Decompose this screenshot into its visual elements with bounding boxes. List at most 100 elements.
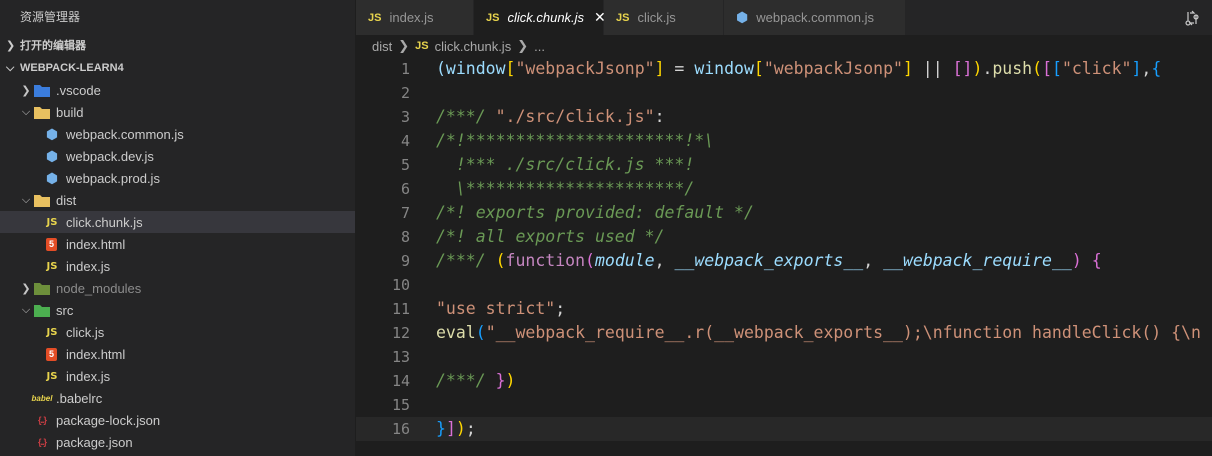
breadcrumb-more[interactable]: ... [534,39,545,54]
tree-item-webpack-common-js[interactable]: ⬢ webpack.common.js [0,123,355,145]
code-line[interactable]: 7 /*! exports provided: default */ [356,201,1212,225]
js-file-icon: JS [46,326,58,338]
breadcrumb-folder[interactable]: dist [372,39,392,54]
js-file-icon: JS [46,370,58,382]
tab-label: click.js [637,10,676,25]
tree-item-label: index.html [66,236,126,252]
tree-item-label: webpack.common.js [66,126,184,142]
open-editors-section[interactable]: ❯ 打开的编辑器 [0,35,355,57]
tab-index-js[interactable]: JS index.js [356,0,474,35]
tree-item-index-js[interactable]: JS index.js [0,365,355,387]
tree-item-label: webpack.prod.js [66,170,160,186]
line-number: 13 [391,348,410,366]
tree-item-label: node_modules [56,280,142,296]
explorer-sidebar: 资源管理器 ❯ 打开的编辑器 ⌵ WEBPACK-LEARN4 ❯ .vscode… [0,0,356,456]
tree-item-package-json[interactable]: {..} package.json [0,431,355,453]
code-text: "use strict"; [436,299,566,318]
chevron-right-icon: ❯ [398,38,410,53]
tab-webpack-common-js[interactable]: ⬢ webpack.common.js [724,0,906,35]
code-line[interactable]: 6 \**********************/ [356,177,1212,201]
code-line[interactable]: 1 (window["webpackJsonp"] = window["webpa… [356,57,1212,81]
chevron-right-icon: ❯ [6,40,16,52]
code-line[interactable]: 8 /*! all exports used */ [356,225,1212,249]
code-line[interactable]: 9 /***/ (function(module, __webpack_expor… [356,249,1212,273]
line-number: 2 [400,84,410,102]
code-text: eval("__webpack_require__.r(__webpack_ex… [436,323,1201,342]
line-number: 12 [391,324,410,342]
html-file-icon: 5 [46,347,57,361]
node-folder-icon [34,280,50,296]
tree-item-webpack-dev-js[interactable]: ⬢ webpack.dev.js [0,145,355,167]
chevron-down-icon: ⌵ [6,62,15,74]
code-text: /*! exports provided: default */ [436,203,754,222]
tree-item-index-js[interactable]: JS index.js [0,255,355,277]
code-text: /***/ "./src/click.js": [436,107,665,126]
tree-item-click-js[interactable]: JS click.js [0,321,355,343]
line-number: 10 [391,276,410,294]
tree-item-label: webpack.dev.js [66,148,154,164]
tree-item-src[interactable]: ⌵ src [0,299,355,321]
tab-click-js[interactable]: JS click.js [604,0,724,35]
open-editors-label: 打开的编辑器 [20,40,86,52]
line-number: 16 [391,420,410,438]
js-file-icon: JS [415,40,429,52]
compare-changes-icon[interactable] [1172,0,1212,35]
code-line[interactable]: 14 /***/ }) [356,369,1212,393]
code-line[interactable]: 2 [356,81,1212,105]
code-line[interactable]: 11 "use strict"; [356,297,1212,321]
breadcrumb-file[interactable]: click.chunk.js [435,39,512,54]
code-text: /*! all exports used */ [436,227,665,246]
tree-item-build[interactable]: ⌵ build [0,101,355,123]
tab-label: index.js [389,10,434,25]
babel-icon: babel [31,393,53,403]
code-text: /***/ (function(module, __webpack_export… [436,251,1102,270]
code-line[interactable]: 5 !*** ./src/click.js ***! [356,153,1212,177]
chevron-right-icon: ❯ [21,282,31,295]
line-number: 5 [400,156,410,174]
tree-item-webpack-prod-js[interactable]: ⬢ webpack.prod.js [0,167,355,189]
tree-item-babelrc[interactable]: babel .babelrc [0,387,355,409]
tab-label: webpack.common.js [756,10,875,25]
tree-item-node-modules[interactable]: ❯ node_modules [0,277,355,299]
line-number: 3 [400,108,410,126]
line-number: 11 [391,300,410,318]
js-file-icon: JS [368,11,382,24]
tree-item-label: index.js [66,368,111,384]
tab-click-chunk-js[interactable]: JS click.chunk.js ✕ [474,0,606,35]
chevron-down-icon: ⌵ [21,193,31,206]
folder-icon [34,192,50,208]
tree-item-label: src [56,302,74,318]
js-file-icon: JS [616,11,630,24]
code-text: !*** ./src/click.js ***! [436,155,695,174]
webpack-icon: ⬢ [736,9,749,25]
code-line[interactable]: 10 [356,273,1212,297]
code-line[interactable]: 12 eval("__webpack_require__.r(__webpack_… [356,321,1212,345]
tree-item-label: click.chunk.js [66,214,143,230]
webpack-icon: ⬢ [45,147,59,164]
json-file-icon: {..} [37,437,47,447]
json-file-icon: {..} [37,415,47,425]
code-line[interactable]: 15 [356,393,1212,417]
tree-item-click-chunk-js[interactable]: JS click.chunk.js [0,211,355,233]
chevron-down-icon: ⌵ [21,105,31,118]
js-file-icon: JS [46,216,58,228]
tree-item-package-lock-json[interactable]: {..} package-lock.json [0,409,355,431]
line-number: 6 [400,180,410,198]
html-file-icon: 5 [46,237,57,251]
tree-item-dist[interactable]: ⌵ dist [0,189,355,211]
tree-item-label: package.json [56,434,133,450]
tree-item-vscode[interactable]: ❯ .vscode [0,79,355,101]
tree-item-label: .vscode [56,82,101,98]
project-section[interactable]: ⌵ WEBPACK-LEARN4 [0,57,355,79]
tree-item-index-html[interactable]: 5 index.html [0,233,355,255]
code-editor[interactable]: 1 (window["webpackJsonp"] = window["webpa… [356,57,1212,456]
tree-item-index-html[interactable]: 5 index.html [0,343,355,365]
chevron-right-icon: ❯ [517,38,529,53]
code-line[interactable]: 4 /*!**********************!*\ [356,129,1212,153]
js-file-icon: JS [46,260,58,272]
code-line[interactable]: 3 /***/ "./src/click.js": [356,105,1212,129]
code-text: /***/ }) [436,371,516,390]
code-line[interactable]: 16}]); [356,417,1212,441]
vscode-folder-icon [34,82,50,98]
code-line[interactable]: 13 [356,345,1212,369]
